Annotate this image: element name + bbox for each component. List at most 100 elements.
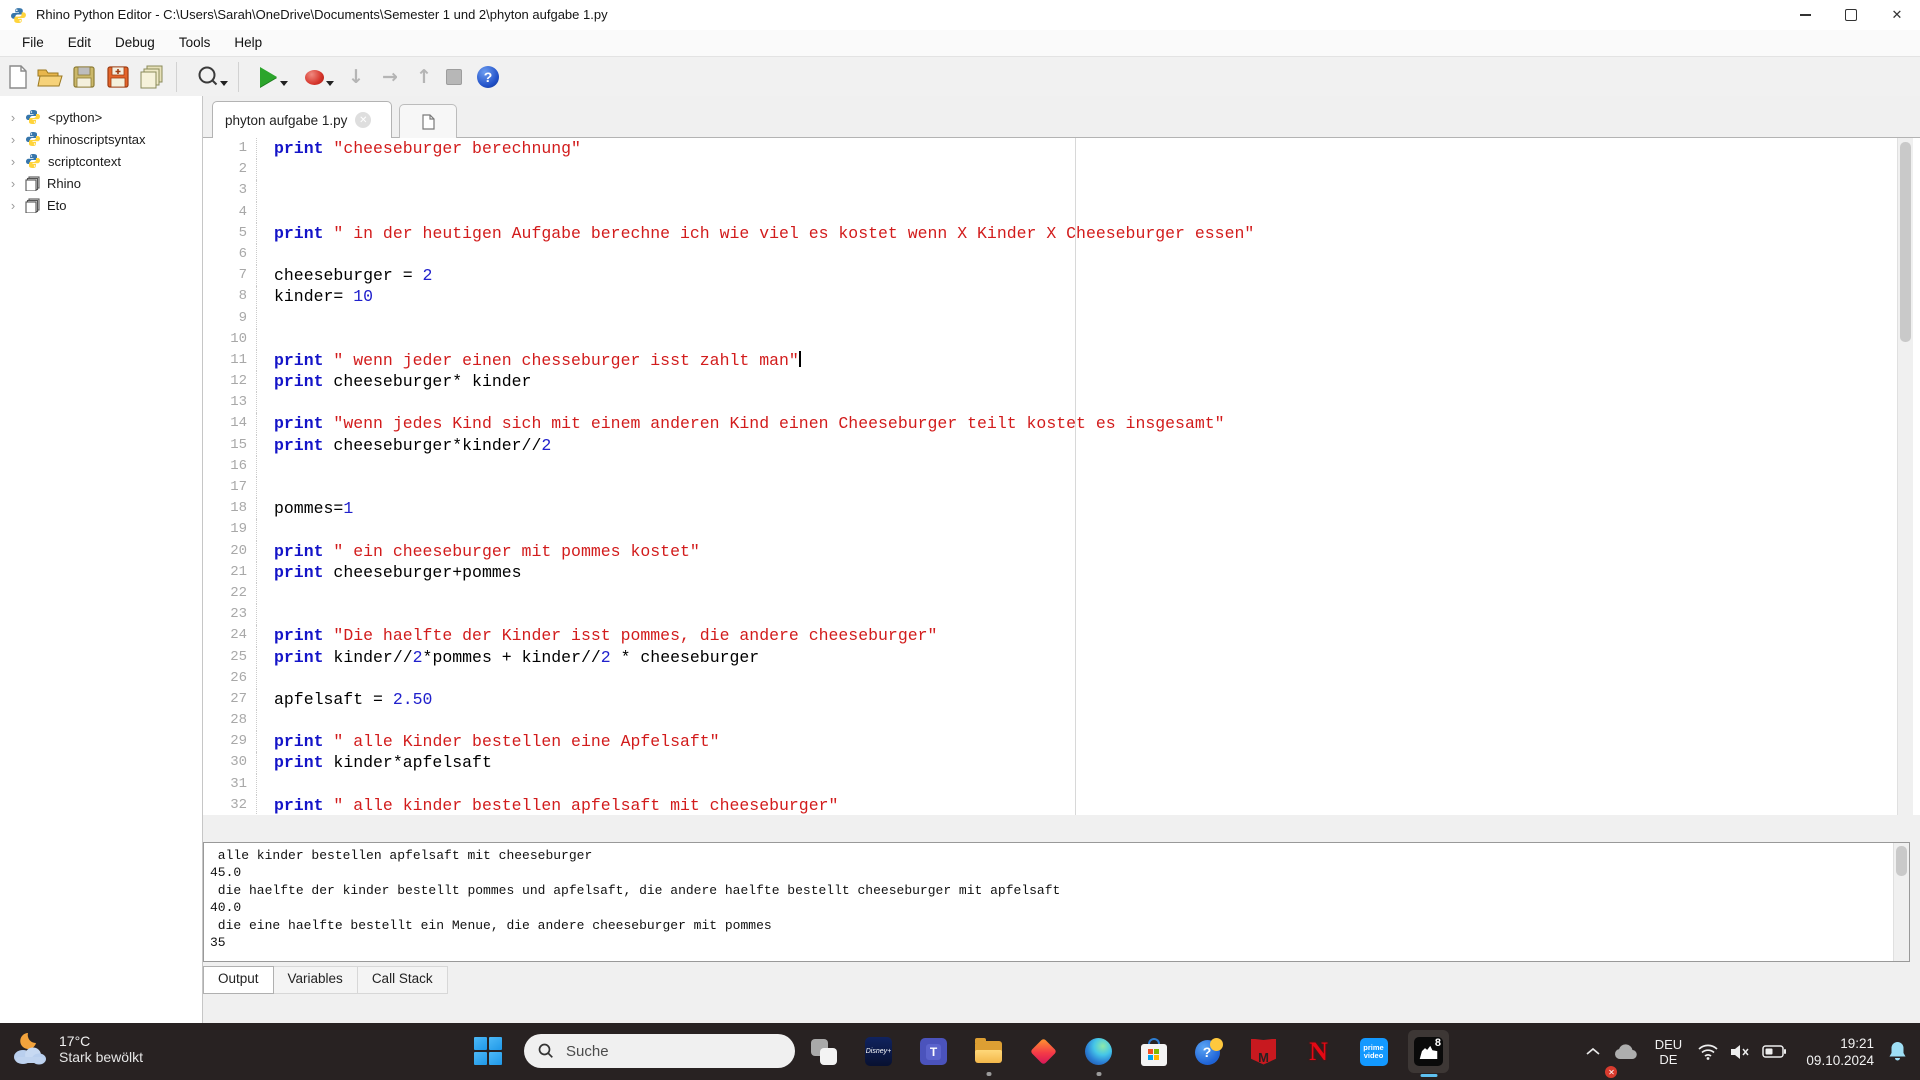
taskbar-app-mcafee[interactable]: M (1236, 1023, 1291, 1080)
maximize-button[interactable] (1828, 0, 1874, 30)
tab-close-icon[interactable]: ✕ (355, 112, 371, 128)
search-icon[interactable] (186, 63, 230, 91)
volume-muted-icon[interactable] (1724, 1023, 1756, 1080)
stop-icon[interactable] (440, 63, 468, 91)
code-line-15[interactable]: 15print cheeseburger*kinder//2 (203, 435, 1920, 456)
save-as-icon[interactable] (104, 63, 132, 91)
code-editor[interactable]: 1print "cheeseburger berechnung"2345prin… (203, 138, 1920, 815)
sidebar-item-scriptcontext[interactable]: ›scriptcontext (0, 150, 202, 172)
code-line-28[interactable]: 28 (203, 710, 1920, 731)
step-over-icon[interactable]: → (376, 63, 404, 91)
menu-edit[interactable]: Edit (56, 30, 103, 56)
code-line-25[interactable]: 25print kinder//2*pommes + kinder//2 * c… (203, 647, 1920, 668)
search-dropdown-caret[interactable] (220, 81, 228, 86)
taskbar-search[interactable] (524, 1034, 795, 1068)
step-into-icon[interactable]: ↓ (342, 63, 370, 91)
record-dropdown-caret[interactable] (326, 81, 334, 86)
taskbar-app-netflix[interactable]: N (1291, 1023, 1346, 1080)
tab-phyton-aufgabe[interactable]: phyton aufgabe 1.py ✕ (212, 101, 392, 138)
code-line-10[interactable]: 10 (203, 329, 1920, 350)
menu-tools[interactable]: Tools (167, 30, 223, 56)
line-number: 19 (203, 519, 257, 540)
clock-widget[interactable]: 19:21 09.10.2024 (1792, 1023, 1874, 1080)
new-tab-button[interactable] (399, 104, 457, 139)
code-line-3[interactable]: 3 (203, 180, 1920, 201)
code-line-1[interactable]: 1print "cheeseburger berechnung" (203, 138, 1920, 159)
tray-chevron-up-icon[interactable] (1578, 1023, 1608, 1080)
menu-help[interactable]: Help (222, 30, 274, 56)
editor-scrollbar[interactable] (1897, 138, 1913, 815)
code-line-6[interactable]: 6 (203, 244, 1920, 265)
code-line-9[interactable]: 9 (203, 308, 1920, 329)
code-line-2[interactable]: 2 (203, 159, 1920, 180)
output-scrollbar[interactable] (1893, 843, 1909, 961)
expand-chevron-icon[interactable]: › (8, 176, 18, 191)
code-line-8[interactable]: 8kinder= 10 (203, 286, 1920, 307)
taskbar-app-task-view[interactable] (796, 1023, 851, 1080)
taskbar-app-edge[interactable] (1071, 1023, 1126, 1080)
taskbar-app-disney-plus[interactable]: Disney+ (851, 1023, 906, 1080)
sidebar-item-Rhino[interactable]: ›Rhino (0, 172, 202, 194)
taskbar-app-prime-video[interactable]: primevideo (1346, 1023, 1401, 1080)
taskbar-app-teams[interactable]: T (906, 1023, 961, 1080)
taskbar-app-get-help[interactable]: ? (1181, 1023, 1236, 1080)
start-button[interactable] (468, 1031, 508, 1071)
code-line-16[interactable]: 16 (203, 456, 1920, 477)
code-line-19[interactable]: 19 (203, 519, 1920, 540)
help-icon[interactable]: ? (474, 63, 502, 91)
code-line-12[interactable]: 12print cheeseburger* kinder (203, 371, 1920, 392)
code-line-32[interactable]: 32print " alle kinder bestellen apfelsaf… (203, 795, 1920, 815)
taskbar-app-microsoft-store[interactable] (1126, 1023, 1181, 1080)
code-line-18[interactable]: 18pommes=1 (203, 498, 1920, 519)
code-line-27[interactable]: 27apfelsaft = 2.50 (203, 689, 1920, 710)
code-line-13[interactable]: 13 (203, 392, 1920, 413)
code-line-11[interactable]: 11print " wenn jeder einen chesseburger … (203, 350, 1920, 371)
expand-chevron-icon[interactable]: › (8, 198, 18, 213)
code-line-21[interactable]: 21print cheeseburger+pommes (203, 562, 1920, 583)
code-line-7[interactable]: 7cheeseburger = 2 (203, 265, 1920, 286)
code-line-14[interactable]: 14print "wenn jedes Kind sich mit einem … (203, 413, 1920, 434)
expand-chevron-icon[interactable]: › (8, 132, 18, 147)
code-line-30[interactable]: 30print kinder*apfelsaft (203, 752, 1920, 773)
weather-widget[interactable]: 17°C Stark bewölkt (8, 1031, 143, 1067)
code-line-20[interactable]: 20print " ein cheeseburger mit pommes ko… (203, 541, 1920, 562)
save-icon[interactable] (70, 63, 98, 91)
code-line-23[interactable]: 23 (203, 604, 1920, 625)
taskbar-app-diamond-app[interactable] (1016, 1023, 1071, 1080)
sidebar-item-rhinoscriptsyntax[interactable]: ›rhinoscriptsyntax (0, 128, 202, 150)
notification-bell-icon[interactable] (1874, 1023, 1920, 1080)
print-copies-icon[interactable] (138, 63, 166, 91)
taskbar-app-rhino-8[interactable]: 8 (1401, 1023, 1456, 1080)
taskbar-app-file-explorer[interactable] (961, 1023, 1016, 1080)
sidebar-item-Eto[interactable]: ›Eto (0, 194, 202, 216)
open-folder-icon[interactable] (36, 63, 64, 91)
menu-debug[interactable]: Debug (103, 30, 167, 56)
code-line-17[interactable]: 17 (203, 477, 1920, 498)
code-line-4[interactable]: 4 (203, 202, 1920, 223)
sidebar-item-python[interactable]: ›<python> (0, 106, 202, 128)
close-button[interactable]: ✕ (1874, 0, 1920, 30)
run-dropdown-caret[interactable] (280, 81, 288, 86)
bottom-tab-variables[interactable]: Variables (274, 966, 358, 994)
battery-icon[interactable] (1756, 1023, 1792, 1080)
step-out-icon[interactable]: ↑ (410, 63, 438, 91)
expand-chevron-icon[interactable]: › (8, 110, 18, 125)
language-indicator[interactable]: DEU DE (1644, 1023, 1692, 1080)
menu-file[interactable]: File (10, 30, 56, 56)
bottom-tab-output[interactable]: Output (203, 966, 274, 994)
code-line-24[interactable]: 24print "Die haelfte der Kinder isst pom… (203, 625, 1920, 646)
code-line-31[interactable]: 31 (203, 774, 1920, 795)
new-file-icon[interactable] (4, 63, 32, 91)
wifi-icon[interactable] (1692, 1023, 1724, 1080)
code-line-5[interactable]: 5print " in der heutigen Aufgabe berechn… (203, 223, 1920, 244)
run-script-icon[interactable] (246, 63, 290, 91)
onedrive-error-icon[interactable]: ✕ (1608, 1023, 1644, 1080)
minimize-button[interactable] (1782, 0, 1828, 30)
code-line-26[interactable]: 26 (203, 668, 1920, 689)
search-input[interactable] (564, 1042, 768, 1061)
bottom-tab-call-stack[interactable]: Call Stack (358, 966, 448, 994)
code-line-29[interactable]: 29print " alle Kinder bestellen eine Apf… (203, 731, 1920, 752)
expand-chevron-icon[interactable]: › (8, 154, 18, 169)
code-line-22[interactable]: 22 (203, 583, 1920, 604)
record-stop-icon[interactable] (292, 63, 336, 91)
